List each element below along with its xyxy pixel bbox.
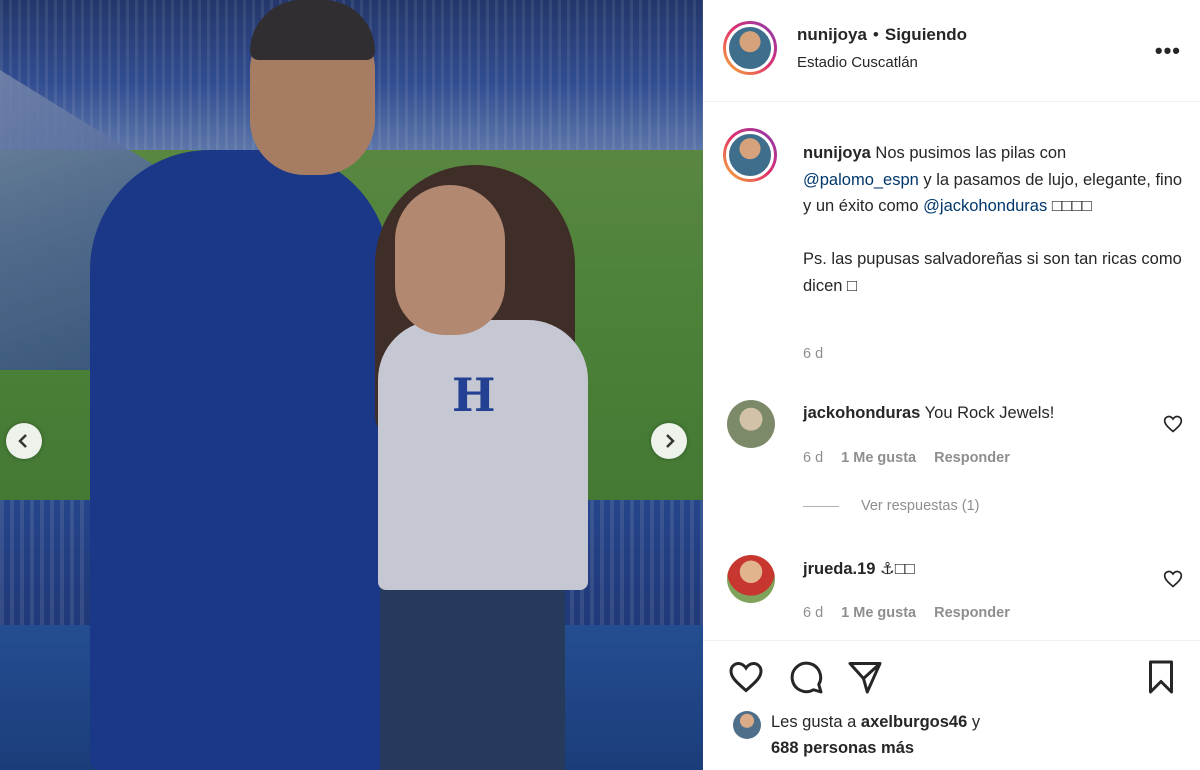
caption-author-avatar[interactable] — [723, 128, 777, 182]
mention-link[interactable]: @palomo_espn — [803, 171, 919, 189]
replies-line — [803, 505, 839, 507]
comment-time[interactable]: 6 d — [803, 605, 823, 621]
chevron-left-icon — [18, 434, 27, 448]
chevron-right-icon — [666, 434, 675, 448]
liker-avatar[interactable] — [733, 711, 761, 739]
post-location[interactable]: Estadio Cuscatlán — [797, 54, 967, 71]
separator-dot: • — [872, 25, 879, 44]
carousel-prev-button[interactable] — [6, 423, 42, 459]
comment-body: You Rock Jewels! — [920, 404, 1055, 422]
caption-emoji: □□□□ — [1047, 197, 1092, 215]
follow-status-button[interactable]: Siguiendo — [885, 25, 967, 44]
mention-link[interactable]: @jackohonduras — [923, 197, 1047, 215]
header-divider — [703, 101, 1200, 102]
share-icon[interactable] — [847, 659, 883, 695]
caption-text: nunijoya Nos pusimos las pilas con @palo… — [803, 140, 1183, 299]
likes-count[interactable]: 688 personas más — [771, 739, 914, 757]
comment-likes[interactable]: 1 Me gusta — [841, 605, 916, 621]
caption-text-part: Nos pusimos las pilas con — [870, 144, 1067, 162]
comment-meta: 6 d 1 Me gusta Responder — [803, 605, 1010, 621]
comment-body: ⚓□□ — [875, 560, 915, 578]
more-options-icon[interactable]: ••• — [1155, 38, 1181, 64]
bookmark-icon[interactable] — [1143, 659, 1179, 695]
comment-time[interactable]: 6 d — [803, 450, 823, 466]
view-replies-label: Ver respuestas (1) — [861, 498, 980, 514]
author-username[interactable]: nunijoya — [797, 25, 867, 44]
caption-ps-text: Ps. las pupusas salvadoreñas si son tan … — [803, 250, 1182, 295]
comment-text: jackohonduras You Rock Jewels! — [803, 404, 1054, 423]
post-side-panel: nunijoya • Siguiendo Estadio Cuscatlán •••… — [703, 0, 1200, 770]
comment-heart-icon[interactable] — [1163, 414, 1183, 434]
reply-button[interactable]: Responder — [934, 605, 1010, 621]
likes-prefix: Les gusta a — [771, 713, 861, 731]
likes-conjunction: y — [967, 713, 981, 731]
heart-icon[interactable] — [728, 659, 764, 695]
caption-timestamp[interactable]: 6 d — [803, 346, 823, 362]
liker-username[interactable]: axelburgos46 — [861, 713, 967, 731]
likes-summary: Les gusta a axelburgos46 y 688 personas … — [733, 709, 980, 761]
comment-avatar[interactable] — [727, 555, 775, 603]
comment-icon[interactable] — [788, 659, 824, 695]
caption-username[interactable]: nunijoya — [803, 144, 871, 162]
comment-likes[interactable]: 1 Me gusta — [841, 450, 916, 466]
comment-username[interactable]: jrueda.19 — [803, 560, 875, 578]
post-header: nunijoya • Siguiendo Estadio Cuscatlán ••• — [723, 18, 1183, 78]
comment-username[interactable]: jackohonduras — [803, 404, 920, 422]
reply-button[interactable]: Responder — [934, 450, 1010, 466]
author-avatar[interactable] — [723, 21, 777, 75]
post-photo[interactable]: H — [0, 0, 703, 770]
comment-meta: 6 d 1 Me gusta Responder — [803, 450, 1010, 466]
comment-avatar[interactable] — [727, 400, 775, 448]
comment-heart-icon[interactable] — [1163, 569, 1183, 589]
post-actions: Les gusta a axelburgos46 y 688 personas … — [703, 640, 1200, 770]
carousel-next-button[interactable] — [651, 423, 687, 459]
photo-shade — [0, 0, 703, 770]
view-replies-button[interactable]: Ver respuestas (1) — [803, 498, 979, 514]
comment-text: jrueda.19 ⚓□□ — [803, 559, 915, 579]
